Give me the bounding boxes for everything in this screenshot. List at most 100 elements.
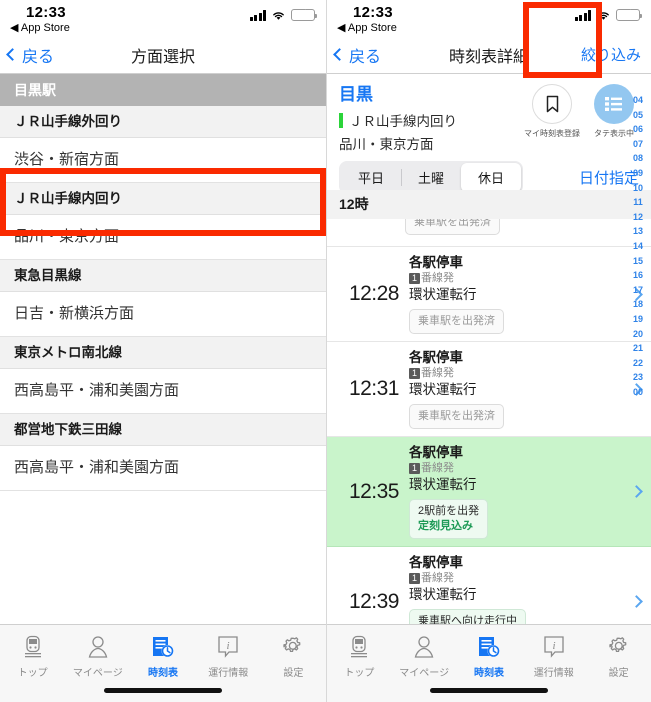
hour-index-item[interactable]: 11 xyxy=(633,195,643,210)
platform-info: 1 番線発 xyxy=(409,271,621,286)
hour-index-item[interactable]: 20 xyxy=(633,327,643,342)
battery-charging-icon: ⚡ xyxy=(291,9,317,21)
status-badge-line1: 乗車駅へ向け走行中 xyxy=(418,615,517,624)
tab-top[interactable]: トップ xyxy=(0,633,65,679)
hour-index-item[interactable]: 16 xyxy=(633,268,643,283)
tab-mypage[interactable]: マイページ xyxy=(65,633,130,679)
train-type: 各駅停車 xyxy=(409,445,463,460)
info-icon: i xyxy=(543,633,565,661)
home-indicator[interactable] xyxy=(430,688,548,693)
hour-index-item[interactable]: 12 xyxy=(633,210,643,225)
tab-operation-info[interactable]: i 運行情報 xyxy=(521,633,586,679)
departure-time: 12:35 xyxy=(348,479,400,503)
status-icons: ⚡ xyxy=(249,9,317,21)
tab-timetable[interactable]: 時刻表 xyxy=(457,633,522,679)
wifi-icon xyxy=(598,11,609,20)
tab-settings-label: 設定 xyxy=(608,668,629,679)
status-badge: 乗車駅を出発済 xyxy=(405,219,500,235)
status-badge-line1: 2駅前を出発 xyxy=(418,505,480,517)
disclosure-chevron[interactable] xyxy=(621,485,651,498)
direction-row-0[interactable]: 渋谷・新宿方面 xyxy=(0,138,326,183)
platform-suffix: 番線発 xyxy=(421,572,454,584)
status-badge: 2駅前を出発 定刻見込み xyxy=(409,499,489,539)
direction-row-2[interactable]: 日吉・新横浜方面 xyxy=(0,292,326,337)
platform-suffix: 番線発 xyxy=(421,462,454,474)
tab-operation-info[interactable]: i 運行情報 xyxy=(196,633,261,679)
direction-row-4[interactable]: 西高島平・浦和美園方面 xyxy=(0,446,326,491)
segment-holiday[interactable]: 休日 xyxy=(461,163,522,192)
line-header-4: 都営地下鉄三田線 xyxy=(0,414,326,446)
table-row[interactable]: 12:39 各駅停車 1 番線発 環状運転行 乗車駅へ向け走行中 定刻見込み xyxy=(327,547,651,624)
direction-row-3[interactable]: 西高島平・浦和美園方面 xyxy=(0,369,326,414)
tab-top-label: トップ xyxy=(344,668,375,679)
segment-weekday[interactable]: 平日 xyxy=(341,163,401,192)
disclosure-chevron[interactable] xyxy=(621,595,651,608)
train-details: 各駅停車 1 番線発 環状運転行 乗車駅を出発済 xyxy=(405,254,621,334)
platform-info: 1 番線発 xyxy=(409,366,621,381)
tab-bar-left: トップ マイページ 時刻表 i 運行情報 設定 xyxy=(0,624,326,702)
home-indicator[interactable] xyxy=(104,688,222,693)
table-row[interactable]: 12:28 各駅停車 1 番線発 環状運転行 乗車駅を出発済 xyxy=(327,247,651,342)
platform-suffix: 番線発 xyxy=(421,272,454,284)
hour-index-item[interactable]: 14 xyxy=(633,239,643,254)
hour-index-item[interactable]: 21 xyxy=(633,341,643,356)
direction-list: 目黒駅 ＪＲ山手線外回り 渋谷・新宿方面 ＪＲ山手線内回り 品川・東京方面 東急… xyxy=(0,74,326,491)
hour-index-item[interactable]: 15 xyxy=(633,254,643,269)
tab-settings[interactable]: 設定 xyxy=(261,633,326,679)
hour-index-item[interactable]: 19 xyxy=(633,312,643,327)
destination: 環状運転行 xyxy=(409,382,477,397)
back-to-app-store-link[interactable]: ◀ App Store xyxy=(10,21,70,34)
hour-index-item[interactable]: 13 xyxy=(633,224,643,239)
gear-icon xyxy=(281,633,305,661)
hour-index-item[interactable]: 17 xyxy=(633,283,643,298)
hour-index-item[interactable]: 23 xyxy=(633,370,643,385)
hour-index-item[interactable]: 18 xyxy=(633,297,643,312)
hour-index-item[interactable]: 08 xyxy=(633,151,643,166)
train-type: 各駅停車 xyxy=(409,255,463,270)
hour-index-item[interactable]: 22 xyxy=(633,356,643,371)
wifi-icon xyxy=(273,11,284,20)
gear-icon xyxy=(607,633,631,661)
tab-mypage-label: マイページ xyxy=(399,668,450,679)
tab-top-label: トップ xyxy=(17,668,48,679)
filter-button[interactable]: 絞り込み xyxy=(581,44,641,65)
hour-index-item[interactable]: 07 xyxy=(633,137,643,152)
hour-index-item[interactable]: 09 xyxy=(633,166,643,181)
nav-bar-right: 戻る 時刻表詳細 絞り込み xyxy=(327,36,651,74)
tab-settings-label: 設定 xyxy=(283,668,304,679)
my-timetable-register-button[interactable]: マイ時刻表登録 xyxy=(521,84,583,139)
timetable-scroll-area[interactable]: 12時 乗車駅を出発済 12:28 各駅停車 1 番線発 環状運転行 乗車駅を出… xyxy=(327,190,651,624)
tab-timetable-label: 時刻表 xyxy=(473,668,504,679)
tab-settings[interactable]: 設定 xyxy=(586,633,651,679)
tab-top[interactable]: トップ xyxy=(327,633,392,679)
tab-timetable-label: 時刻表 xyxy=(148,668,178,679)
svg-text:i: i xyxy=(552,640,555,652)
train-type: 各駅停車 xyxy=(409,350,463,365)
hour-index-item[interactable]: 05 xyxy=(633,108,643,123)
page-title: 方面選択 xyxy=(130,48,195,66)
platform-info: 1 番線発 xyxy=(409,461,621,476)
hour-index-item[interactable]: 04 xyxy=(633,93,643,108)
hour-index-item[interactable]: 00 xyxy=(633,385,643,400)
train-icon xyxy=(350,633,368,661)
bookmark-icon xyxy=(532,84,572,124)
tab-operation-info-label: 運行情報 xyxy=(533,668,574,679)
direction-row-1[interactable]: 品川・東京方面 xyxy=(0,215,326,260)
platform-number: 1 xyxy=(409,463,420,474)
hour-index-item[interactable]: 10 xyxy=(633,181,643,196)
my-timetable-register-label: マイ時刻表登録 xyxy=(524,129,580,138)
line-color-marker xyxy=(339,112,343,128)
nav-bar-left: 戻る 方面選択 xyxy=(0,36,326,74)
tab-mypage[interactable]: マイページ xyxy=(392,633,457,679)
train-type: 各駅停車 xyxy=(409,555,463,570)
hour-index-item[interactable]: 06 xyxy=(633,122,643,137)
table-row[interactable]: 12:35 各駅停車 1 番線発 環状運転行 2駅前を出発 定刻見込み xyxy=(327,437,651,547)
hour-index-rail[interactable]: 04 05 06 07 08 09 10 11 12 13 14 15 16 1… xyxy=(627,93,649,399)
clipped-previous-row[interactable]: 乗車駅を出発済 xyxy=(327,219,651,247)
right-screen: 12:33 ◀ App Store ⚡ 戻る 時刻表詳細 絞り込み 目黒 ＪＲ山… xyxy=(326,0,651,702)
table-row[interactable]: 12:31 各駅停車 1 番線発 環状運転行 乗車駅を出発済 xyxy=(327,342,651,437)
tab-timetable[interactable]: 時刻表 xyxy=(130,633,195,679)
segment-saturday[interactable]: 土曜 xyxy=(401,163,461,192)
back-to-app-store-link[interactable]: ◀ App Store xyxy=(337,21,397,34)
chevron-right-icon xyxy=(629,595,643,608)
